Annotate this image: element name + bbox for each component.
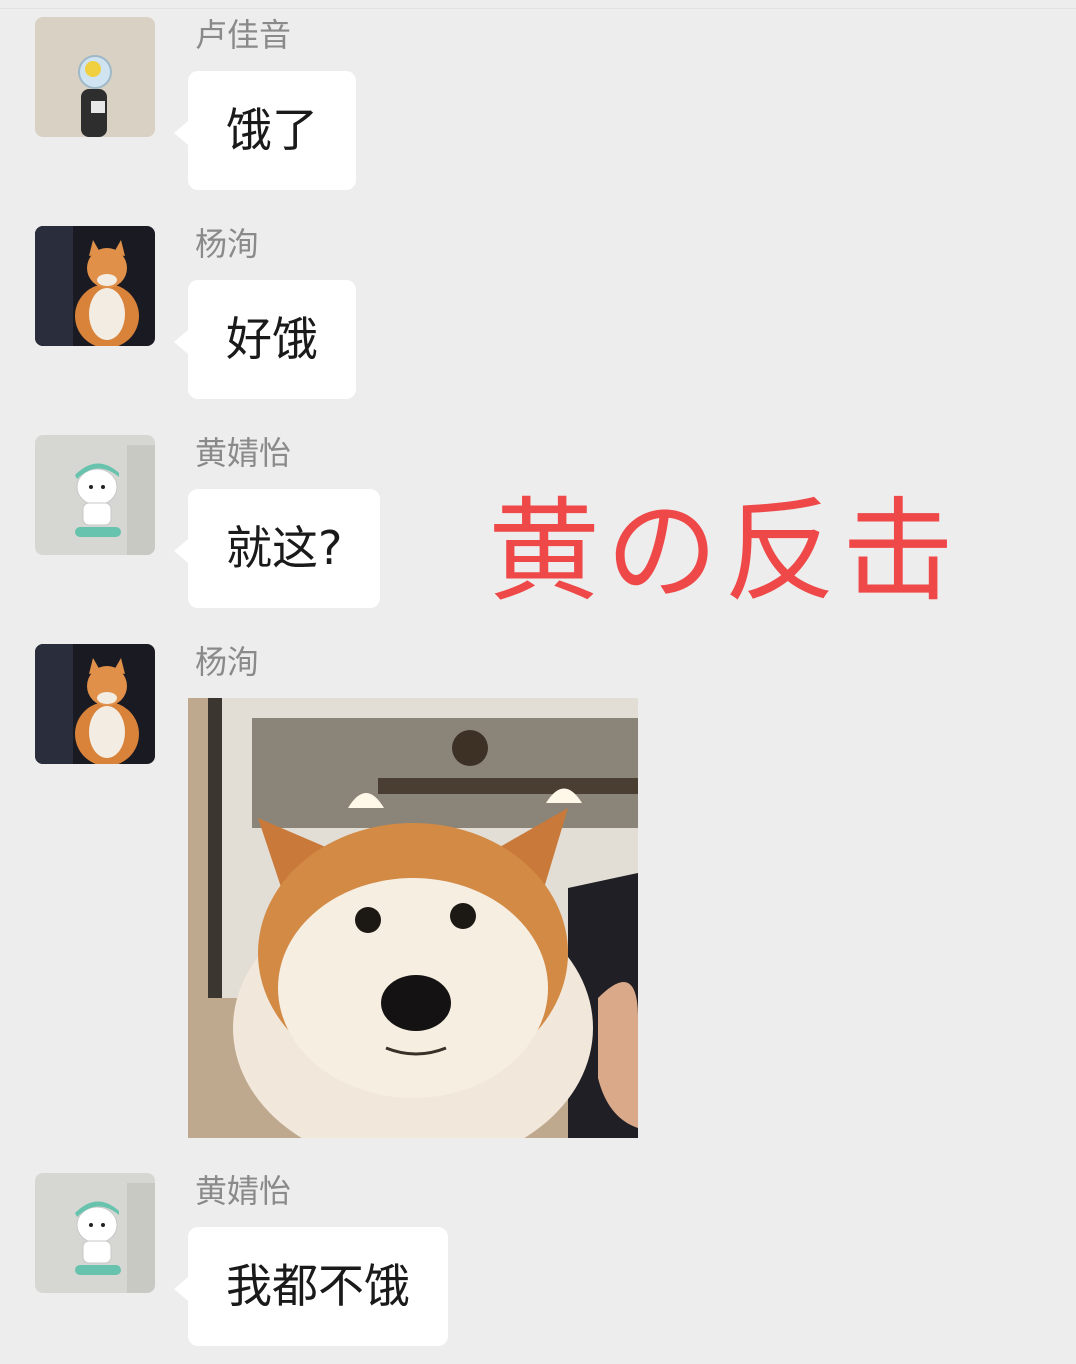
user-avatar[interactable] — [35, 435, 155, 555]
top-divider — [0, 8, 1076, 9]
user-avatar[interactable] — [35, 644, 155, 764]
user-avatar[interactable] — [35, 17, 155, 137]
sender-name: 杨洵 — [195, 643, 260, 681]
sender-name: 黄婧怡 — [195, 1172, 292, 1210]
user-avatar[interactable] — [35, 226, 155, 346]
message-bubble[interactable]: 好饿 — [174, 280, 356, 399]
message-bubble[interactable]: 饿了 — [174, 71, 356, 190]
sender-name: 杨洵 — [195, 225, 260, 263]
user-avatar[interactable] — [35, 1173, 155, 1293]
shiba-dog-photo[interactable] — [188, 698, 638, 1138]
overlay-caption: 黄の反击 — [488, 487, 960, 617]
message-bubble[interactable]: 就这? — [173, 489, 381, 608]
sender-name: 卢佳音 — [195, 16, 292, 54]
message-bubble[interactable]: 我都不饿 — [174, 1227, 448, 1346]
sender-name: 黄婧怡 — [195, 434, 292, 472]
